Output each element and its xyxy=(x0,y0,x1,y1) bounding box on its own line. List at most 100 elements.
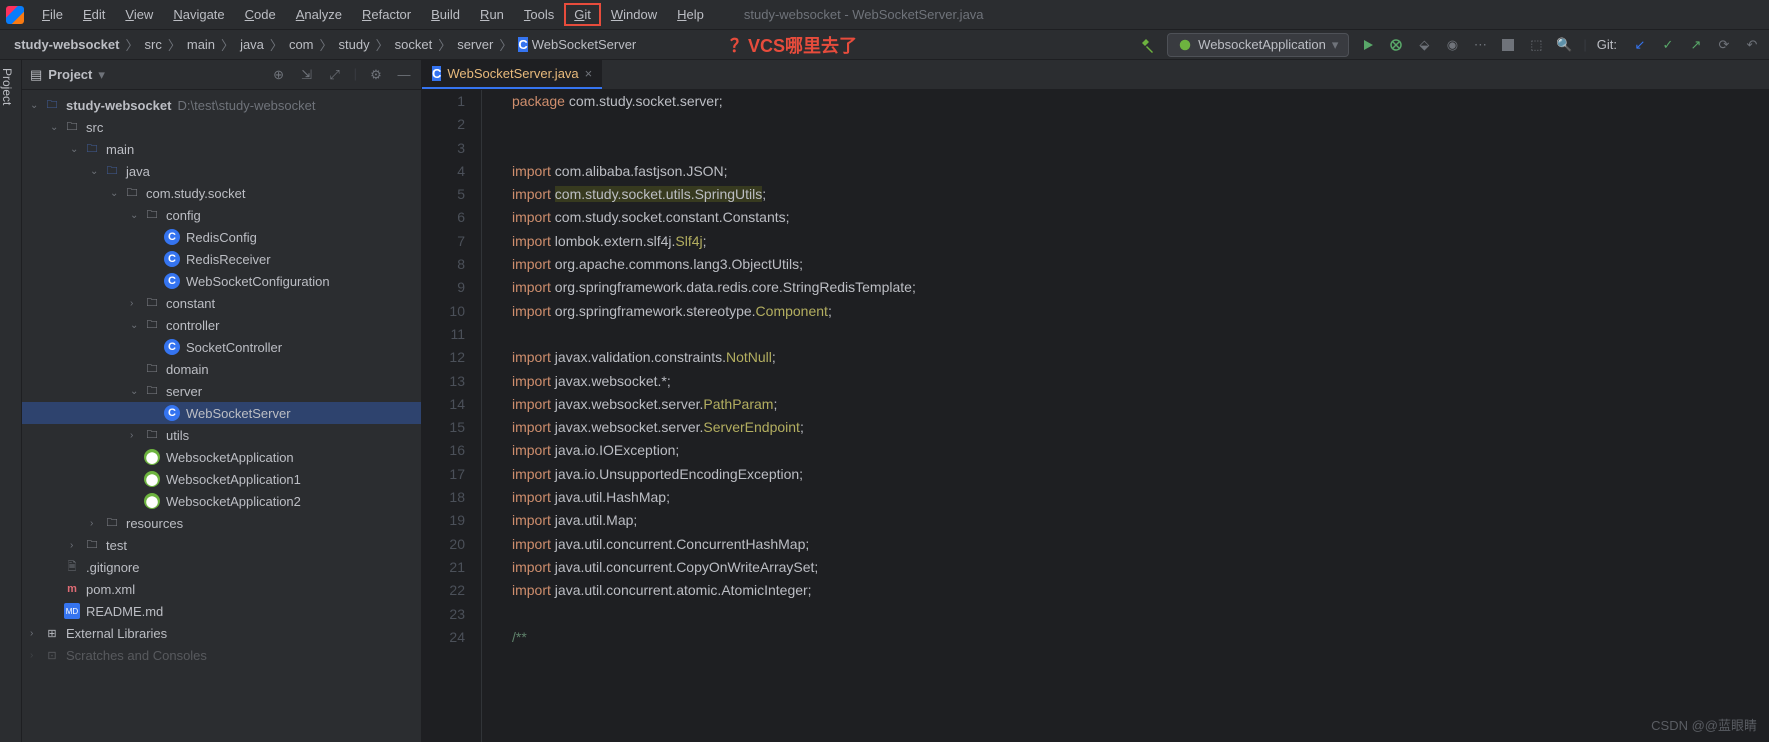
tree-node[interactable]: ⌄🗀java xyxy=(22,160,421,182)
crumb-2[interactable]: main xyxy=(181,37,221,52)
tree-arrow[interactable]: ⌄ xyxy=(110,188,124,199)
select-opened-icon[interactable]: ⊕ xyxy=(270,66,288,84)
tree-node[interactable]: ⬤WebsocketApplication2 xyxy=(22,490,421,512)
code-line[interactable] xyxy=(512,113,1769,136)
code-line[interactable]: import javax.websocket.*; xyxy=(512,370,1769,393)
menu-build[interactable]: Build xyxy=(421,3,470,26)
coverage-icon[interactable]: ⬙ xyxy=(1415,36,1433,54)
git-history-icon[interactable]: ⟳ xyxy=(1715,36,1733,54)
tree-node[interactable]: 🗎.gitignore xyxy=(22,556,421,578)
chevron-down-icon[interactable]: ▾ xyxy=(98,67,105,83)
code-line[interactable]: import javax.validation.constraints.NotN… xyxy=(512,346,1769,369)
search-icon[interactable]: 🔍 xyxy=(1555,36,1573,54)
code-line[interactable]: import org.springframework.data.redis.co… xyxy=(512,276,1769,299)
menu-edit[interactable]: Edit xyxy=(73,3,115,26)
tree-node[interactable]: 🗀domain xyxy=(22,358,421,380)
run-config-selector[interactable]: WebsocketApplication ▾ xyxy=(1167,33,1349,57)
left-tool-rail[interactable]: Project xyxy=(0,60,22,742)
menu-file[interactable]: File xyxy=(32,3,73,26)
code-line[interactable]: import java.util.concurrent.atomic.Atomi… xyxy=(512,579,1769,602)
editor-tab[interactable]: C WebSocketServer.java × xyxy=(422,60,602,89)
tree-arrow[interactable]: ⌄ xyxy=(130,386,144,397)
tree-arrow[interactable]: › xyxy=(30,628,44,639)
menu-view[interactable]: View xyxy=(115,3,163,26)
tree-node[interactable]: CRedisConfig xyxy=(22,226,421,248)
tree-arrow[interactable]: › xyxy=(30,650,44,661)
code-line[interactable]: /** xyxy=(512,626,1769,649)
tree-node[interactable]: ⌄🗀src xyxy=(22,116,421,138)
code-line[interactable]: import java.util.concurrent.CopyOnWriteA… xyxy=(512,556,1769,579)
git-push-icon[interactable]: ↗ xyxy=(1687,36,1705,54)
tree-arrow[interactable]: ⌄ xyxy=(70,144,84,155)
code-content[interactable]: package com.study.socket.server; import … xyxy=(482,90,1769,742)
tree-node[interactable]: CSocketController xyxy=(22,336,421,358)
code-line[interactable]: import org.springframework.stereotype.Co… xyxy=(512,300,1769,323)
tree-node[interactable]: ›🗀test xyxy=(22,534,421,556)
code-line[interactable]: import java.io.IOException; xyxy=(512,439,1769,462)
code-line[interactable]: import javax.websocket.server.PathParam; xyxy=(512,393,1769,416)
stop-icon[interactable] xyxy=(1499,36,1517,54)
run-icon[interactable] xyxy=(1359,36,1377,54)
profile-icon[interactable]: ◉ xyxy=(1443,36,1461,54)
crumb-7[interactable]: server xyxy=(451,37,499,52)
code-line[interactable]: import com.alibaba.fastjson.JSON; xyxy=(512,160,1769,183)
menu-analyze[interactable]: Analyze xyxy=(286,3,352,26)
menu-tools[interactable]: Tools xyxy=(514,3,564,26)
tree-node[interactable]: ›⊡Scratches and Consoles xyxy=(22,644,421,666)
code-line[interactable]: import com.study.socket.constant.Constan… xyxy=(512,206,1769,229)
collapse-all-icon[interactable]: ⤢ xyxy=(326,66,344,84)
tree-arrow[interactable]: › xyxy=(70,540,84,551)
tree-node[interactable]: ⌄🗀server xyxy=(22,380,421,402)
code-line[interactable]: import java.util.HashMap; xyxy=(512,486,1769,509)
code-line[interactable]: import lombok.extern.slf4j.Slf4j; xyxy=(512,230,1769,253)
tree-node[interactable]: ⌄🗀study-websocketD:\test\study-websocket xyxy=(22,94,421,116)
tree-arrow[interactable]: ⌄ xyxy=(130,210,144,221)
tree-node[interactable]: ›🗀constant xyxy=(22,292,421,314)
tree-node[interactable]: ›⊞External Libraries xyxy=(22,622,421,644)
crumb-0[interactable]: study-websocket xyxy=(8,37,125,52)
build-hammer-icon[interactable] xyxy=(1139,36,1157,54)
tree-node[interactable]: ⌄🗀controller xyxy=(22,314,421,336)
project-tree[interactable]: ⌄🗀study-websocketD:\test\study-websocket… xyxy=(22,90,421,742)
crumb-8[interactable]: CWebSocketServer xyxy=(512,37,642,52)
code-line[interactable]: import org.apache.commons.lang3.ObjectUt… xyxy=(512,253,1769,276)
tree-node[interactable]: ›🗀utils xyxy=(22,424,421,446)
tree-node[interactable]: ⌄🗀config xyxy=(22,204,421,226)
debug-icon[interactable] xyxy=(1387,36,1405,54)
hide-icon[interactable]: — xyxy=(395,66,413,84)
tree-node[interactable]: mpom.xml xyxy=(22,578,421,600)
code-editor[interactable]: 123456789101112131415161718192021222324 … xyxy=(422,90,1769,742)
tree-arrow[interactable]: › xyxy=(130,430,144,441)
menu-help[interactable]: Help xyxy=(667,3,714,26)
tree-node[interactable]: ›🗀resources xyxy=(22,512,421,534)
crumb-4[interactable]: com xyxy=(283,37,320,52)
tree-node[interactable]: ⌄🗀main xyxy=(22,138,421,160)
code-line[interactable] xyxy=(512,137,1769,160)
crumb-5[interactable]: study xyxy=(333,37,376,52)
menu-window[interactable]: Window xyxy=(601,3,667,26)
code-line[interactable] xyxy=(512,323,1769,346)
code-line[interactable]: package com.study.socket.server; xyxy=(512,90,1769,113)
menu-code[interactable]: Code xyxy=(235,3,286,26)
code-line[interactable]: import java.util.Map; xyxy=(512,509,1769,532)
tree-arrow[interactable]: ⌄ xyxy=(30,100,44,111)
code-line[interactable]: import com.study.socket.utils.SpringUtil… xyxy=(512,183,1769,206)
code-line[interactable]: import java.util.concurrent.ConcurrentHa… xyxy=(512,533,1769,556)
attach-icon[interactable]: ⬚ xyxy=(1527,36,1545,54)
tree-arrow[interactable]: ⌄ xyxy=(50,122,64,133)
tree-arrow[interactable]: › xyxy=(130,298,144,309)
git-revert-icon[interactable]: ↶ xyxy=(1743,36,1761,54)
tree-arrow[interactable]: ⌄ xyxy=(130,320,144,331)
code-line[interactable] xyxy=(512,603,1769,626)
crumb-1[interactable]: src xyxy=(139,37,168,52)
menu-git[interactable]: Git xyxy=(564,3,601,26)
close-icon[interactable]: × xyxy=(585,66,593,81)
menu-navigate[interactable]: Navigate xyxy=(163,3,234,26)
tree-arrow[interactable]: ⌄ xyxy=(90,166,104,177)
tree-node[interactable]: CWebSocketConfiguration xyxy=(22,270,421,292)
menu-refactor[interactable]: Refactor xyxy=(352,3,421,26)
code-line[interactable]: import javax.websocket.server.ServerEndp… xyxy=(512,416,1769,439)
tree-node[interactable]: ⌄🗀com.study.socket xyxy=(22,182,421,204)
tree-node[interactable]: CWebSocketServer xyxy=(22,402,421,424)
crumb-6[interactable]: socket xyxy=(389,37,439,52)
